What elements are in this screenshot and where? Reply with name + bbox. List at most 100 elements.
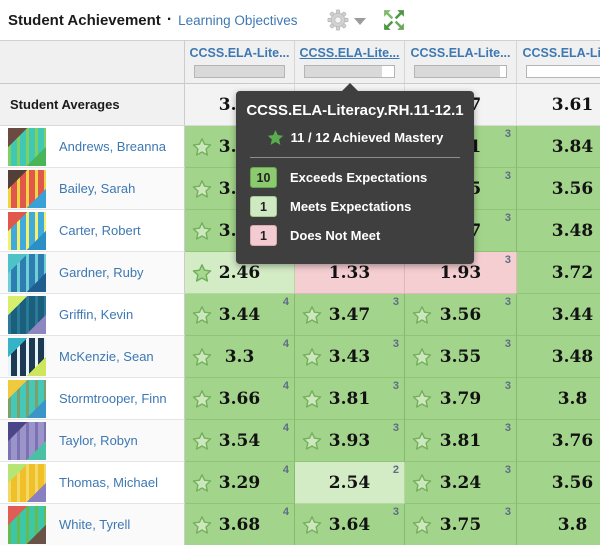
learning-objectives-link[interactable]: Learning Objectives [178, 13, 297, 28]
grade-cell[interactable]: 3.563 [405, 294, 517, 336]
student-name-link[interactable]: Carter, Robert [59, 223, 141, 238]
avatar[interactable] [8, 254, 46, 292]
student-name-cell: Andrews, Breanna [0, 126, 185, 168]
student-name-link[interactable]: Stormtrooper, Finn [59, 391, 167, 406]
grade-cell[interactable]: 3.84 [517, 126, 600, 168]
standard-link[interactable]: CCSS.ELA-Lite... [300, 46, 400, 60]
student-name-link[interactable]: Taylor, Robyn [59, 433, 138, 448]
grade-cell[interactable]: 3.933 [295, 420, 405, 462]
grade-cell[interactable]: 3.684 [185, 504, 295, 545]
star-outline-icon [412, 431, 432, 451]
name-column-header [0, 40, 185, 84]
student-name-link[interactable]: Griffin, Kevin [59, 307, 133, 322]
grade-cell[interactable]: 3.72 [517, 252, 600, 294]
standard-column-header-3[interactable]: CCSS.ELA-Lite... [405, 40, 517, 84]
avatar[interactable] [8, 128, 46, 166]
student-name-cell: Carter, Robert [0, 210, 185, 252]
legend-row: 10 Exceeds Expectations [250, 167, 460, 188]
meets-count-badge: 1 [250, 196, 277, 217]
grade-cell[interactable]: 3.76 [517, 420, 600, 462]
tooltip-mastery-line: 11 / 12 Achieved Mastery [236, 129, 474, 146]
grade-cell[interactable]: 3.643 [295, 504, 405, 545]
standard-column-header-1[interactable]: CCSS.ELA-Lite... [185, 40, 295, 84]
star-outline-icon [302, 389, 322, 409]
page-title: Student Achievement [8, 12, 161, 29]
grade-value: 3.66 [219, 389, 260, 409]
grade-cell[interactable]: 3.473 [295, 294, 405, 336]
grade-cell[interactable]: 3.44 [517, 294, 600, 336]
assessment-count: 3 [505, 254, 511, 266]
grade-cell[interactable]: 3.294 [185, 462, 295, 504]
student-name-cell: Thomas, Michael [0, 462, 185, 504]
standard-link[interactable]: CCSS.ELA-Lite... [190, 46, 290, 60]
grade-value: 3.8 [558, 389, 588, 409]
assessment-count: 4 [283, 296, 289, 308]
grade-cell[interactable]: 3.48 [517, 210, 600, 252]
assessment-count: 4 [283, 464, 289, 476]
star-outline-icon [192, 221, 212, 241]
star-outline-icon [192, 305, 212, 325]
legend-row: 1 Does Not Meet [250, 225, 460, 246]
grade-value: 3.55 [440, 347, 481, 367]
grade-cell[interactable]: 3.56 [517, 462, 600, 504]
settings-button[interactable] [327, 9, 366, 31]
avatar[interactable] [8, 422, 46, 460]
star-outline-icon [192, 473, 212, 493]
student-name-cell: Gardner, Ruby [0, 252, 185, 294]
star-outline-icon [192, 137, 212, 157]
grade-value: 3.56 [552, 473, 593, 493]
student-achievement-app: Student Achievement · Learning Objective… [0, 0, 600, 545]
student-row: Griffin, Kevin 3.444 3.473 3.563 3.44 [0, 294, 600, 336]
mastery-progress-bar [304, 65, 395, 78]
star-outline-icon [192, 179, 212, 199]
student-name-link[interactable]: Thomas, Michael [59, 475, 158, 490]
student-name-link[interactable]: White, Tyrell [59, 517, 130, 532]
avatar[interactable] [8, 338, 46, 376]
star-outline-icon [302, 305, 322, 325]
grade-cell[interactable]: 3.753 [405, 504, 517, 545]
student-name-link[interactable]: Bailey, Sarah [59, 181, 135, 196]
grade-cell[interactable]: 2.542 [295, 462, 405, 504]
grade-cell[interactable]: 3.8 [517, 378, 600, 420]
grade-value: 3.47 [329, 305, 370, 325]
assessment-count: 4 [283, 338, 289, 350]
student-name-link[interactable]: Andrews, Breanna [59, 139, 166, 154]
student-name-cell: Griffin, Kevin [0, 294, 185, 336]
student-name-link[interactable]: Gardner, Ruby [59, 265, 144, 280]
expand-all-button[interactable] [382, 9, 406, 31]
grade-value: 2.46 [219, 263, 260, 283]
standard-column-header-4[interactable]: CCSS.ELA-Lite... [517, 40, 600, 84]
grade-cell[interactable]: 3.553 [405, 336, 517, 378]
grade-cell[interactable]: 3.8 [517, 504, 600, 545]
standard-link[interactable]: CCSS.ELA-Lite... [411, 46, 511, 60]
grade-cell[interactable]: 3.793 [405, 378, 517, 420]
star-outline-icon [192, 389, 212, 409]
standard-link[interactable]: CCSS.ELA-Lite... [523, 46, 600, 60]
student-name-cell: White, Tyrell [0, 504, 185, 545]
avatar[interactable] [8, 296, 46, 334]
grade-cell[interactable]: 3.813 [405, 420, 517, 462]
star-outline-icon [412, 515, 432, 535]
avatar[interactable] [8, 212, 46, 250]
grade-cell[interactable]: 3.48 [517, 336, 600, 378]
grade-cell[interactable]: 3.444 [185, 294, 295, 336]
avatar[interactable] [8, 464, 46, 502]
grade-cell[interactable]: 3.664 [185, 378, 295, 420]
grade-cell[interactable]: 3.433 [295, 336, 405, 378]
grade-value: 3.54 [219, 431, 260, 451]
grade-cell[interactable]: 3.243 [405, 462, 517, 504]
grade-cell[interactable]: 3.56 [517, 168, 600, 210]
star-outline-icon [412, 347, 432, 367]
assessment-count: 2 [393, 464, 399, 476]
star-outline-icon [302, 431, 322, 451]
avatar[interactable] [8, 506, 46, 544]
star-outline-icon [302, 515, 322, 535]
avatar[interactable] [8, 380, 46, 418]
standard-tooltip: CCSS.ELA-Literacy.RH.11-12.1 11 / 12 Ach… [236, 91, 474, 264]
student-name-link[interactable]: McKenzie, Sean [59, 349, 154, 364]
grade-cell[interactable]: 3.813 [295, 378, 405, 420]
avatar[interactable] [8, 170, 46, 208]
grade-cell[interactable]: 3.544 [185, 420, 295, 462]
grade-cell[interactable]: 3.34 [185, 336, 295, 378]
standard-column-header-2[interactable]: CCSS.ELA-Lite... [295, 40, 405, 84]
